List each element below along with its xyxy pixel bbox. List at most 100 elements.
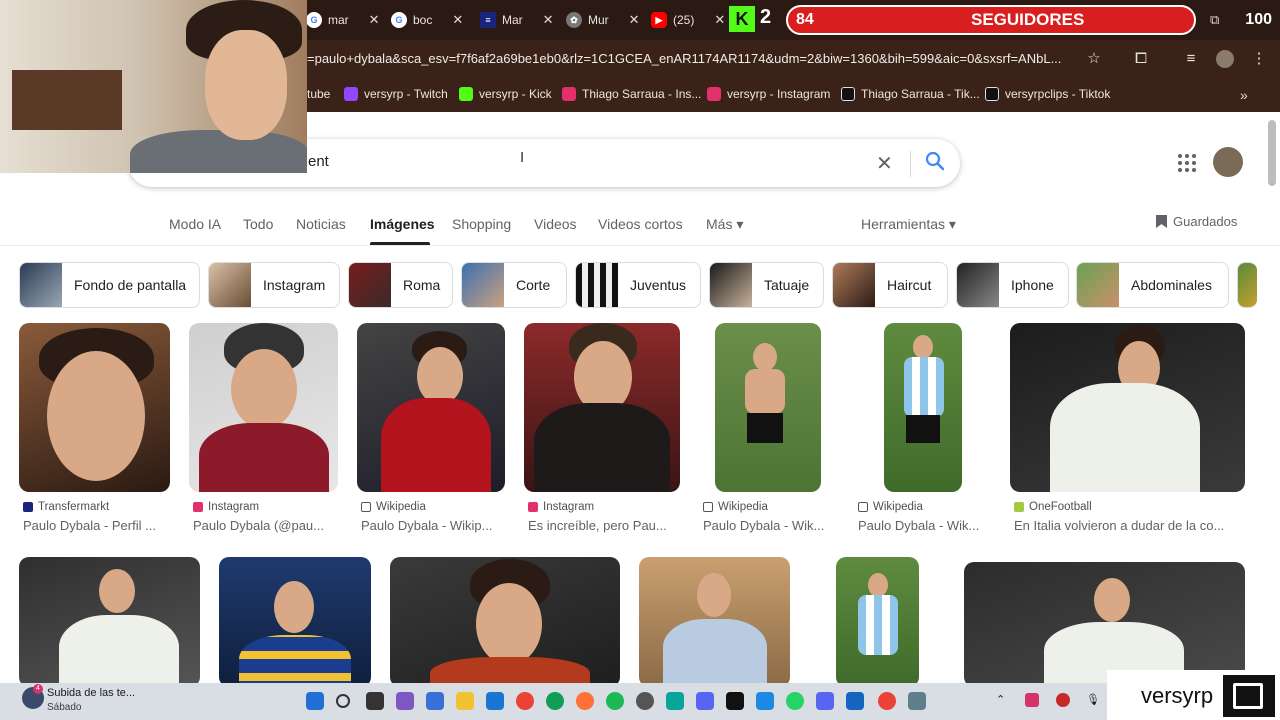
chip[interactable]: Iphone bbox=[956, 262, 1069, 308]
discord-icon[interactable] bbox=[816, 692, 834, 710]
tray-app-icon[interactable] bbox=[1056, 693, 1070, 707]
browser-tab[interactable]: G mar ✕ bbox=[306, 8, 380, 32]
chip[interactable]: Fondo de pantalla bbox=[19, 262, 200, 308]
result-meta[interactable]: Instagram Paulo Dybala (@pau... bbox=[193, 501, 338, 533]
tab-imagenes[interactable]: Imágenes bbox=[370, 216, 435, 232]
copilot-icon[interactable] bbox=[396, 692, 414, 710]
result-meta[interactable]: Instagram Es increíble, pero Pau... bbox=[528, 501, 680, 533]
result-meta[interactable]: Wikipedia Paulo Dybala - Wik... bbox=[858, 501, 990, 533]
tab-modo-ia[interactable]: Modo IA bbox=[169, 216, 221, 232]
bookmark-item[interactable]: Thiago Sarraua - Tik... bbox=[841, 87, 980, 101]
result-image[interactable] bbox=[19, 323, 170, 492]
result-image[interactable] bbox=[964, 562, 1245, 687]
result-image[interactable] bbox=[524, 323, 680, 492]
chip[interactable]: Abdominales bbox=[1076, 262, 1229, 308]
chrome-active-icon[interactable] bbox=[878, 692, 896, 710]
tools-menu[interactable]: Herramientas ▾ bbox=[861, 216, 956, 233]
task-view-icon[interactable] bbox=[366, 692, 384, 710]
result-meta[interactable]: Wikipedia Paulo Dybala - Wik... bbox=[703, 501, 833, 533]
file-explorer-icon[interactable] bbox=[456, 692, 474, 710]
chip[interactable]: Instagram bbox=[208, 262, 340, 308]
browser-tab[interactable]: ≡ Mar ✕ bbox=[480, 8, 554, 32]
tab-noticias[interactable]: Noticias bbox=[296, 216, 346, 232]
result-meta[interactable]: Transfermarkt Paulo Dybala - Perfil ... bbox=[23, 501, 170, 533]
extensions-icon[interactable]: ⧠ bbox=[1132, 50, 1150, 68]
chip[interactable]: Haircut bbox=[832, 262, 948, 308]
browser-tab[interactable]: ▶ (25) ✕ bbox=[651, 8, 725, 32]
bookmark-star-icon[interactable]: ☆ bbox=[1085, 50, 1103, 68]
tab-mas[interactable]: Más ▾ bbox=[706, 216, 743, 233]
tab-videos[interactable]: Videos bbox=[534, 216, 577, 232]
result-image[interactable] bbox=[1010, 323, 1245, 492]
whatsapp-icon[interactable] bbox=[786, 692, 804, 710]
app-icon[interactable] bbox=[756, 692, 774, 710]
page-scrollbar[interactable] bbox=[1268, 120, 1276, 186]
more-bookmarks-icon[interactable]: » bbox=[1240, 87, 1248, 103]
close-icon[interactable]: ✕ bbox=[452, 12, 463, 28]
address-bar[interactable]: =paulo+dybala&sca_esv=f7f6af2a69be1eb0&r… bbox=[307, 51, 1077, 66]
result-image[interactable] bbox=[19, 557, 200, 687]
edge-icon[interactable] bbox=[546, 692, 564, 710]
app-icon[interactable] bbox=[846, 692, 864, 710]
spotify-icon[interactable] bbox=[606, 692, 624, 710]
bookmark-item[interactable]: Thiago Sarraua - Ins... bbox=[562, 87, 701, 101]
bookmark-item[interactable]: versyrpclips - Tiktok bbox=[985, 87, 1110, 101]
microphone-icon[interactable]: 🎙 bbox=[1086, 693, 1100, 706]
result-image[interactable] bbox=[836, 557, 919, 687]
app-icon[interactable] bbox=[696, 692, 714, 710]
close-icon[interactable]: ✕ bbox=[629, 12, 640, 28]
tab-todo[interactable]: Todo bbox=[243, 216, 273, 232]
clear-search-icon[interactable]: ✕ bbox=[876, 151, 893, 176]
mail-icon[interactable] bbox=[486, 692, 504, 710]
result-image[interactable] bbox=[189, 323, 338, 492]
saved-button[interactable]: Guardados bbox=[1156, 214, 1237, 229]
chip-label: Fondo de pantalla bbox=[74, 277, 187, 293]
followers-label: SEGUIDORES bbox=[971, 10, 1085, 29]
account-avatar[interactable] bbox=[1213, 147, 1243, 177]
result-image[interactable] bbox=[219, 557, 371, 687]
result-meta[interactable]: OneFootball En Italia volvieron a dudar … bbox=[1014, 501, 1239, 533]
result-image[interactable] bbox=[884, 323, 962, 492]
search-icon[interactable] bbox=[336, 694, 350, 708]
result-image[interactable] bbox=[639, 557, 790, 687]
tray-chevron-icon[interactable]: ⌃ bbox=[996, 693, 1005, 706]
screen: G mar ✕ G boc ✕ ≡ Mar ✕ ✿ Mur ✕ ▶ (25) ✕… bbox=[0, 0, 1280, 720]
bookmark-item[interactable]: versyrp - Instagram bbox=[707, 87, 830, 101]
more-menu-icon[interactable]: ⋮ bbox=[1250, 50, 1268, 68]
media-control-icon[interactable]: ≡ bbox=[1182, 50, 1200, 68]
tab-shopping[interactable]: Shopping bbox=[452, 216, 511, 232]
result-meta[interactable]: Wikipedia Paulo Dybala - Wikip... bbox=[361, 501, 505, 533]
close-icon[interactable]: ✕ bbox=[369, 12, 380, 28]
chip[interactable]: Tatuaje bbox=[709, 262, 824, 308]
result-image[interactable] bbox=[357, 323, 505, 492]
browser-tab[interactable]: ✿ Mur ✕ bbox=[566, 8, 640, 32]
tab-videos-cortos[interactable]: Videos cortos bbox=[598, 216, 683, 232]
start-icon[interactable] bbox=[306, 692, 324, 710]
chip[interactable]: Corte bbox=[461, 262, 567, 308]
bookmark-item[interactable]: versyrp - Twitch bbox=[344, 87, 448, 101]
tray-app-icon[interactable] bbox=[1025, 693, 1039, 707]
result-image[interactable] bbox=[715, 323, 821, 492]
capcut-icon[interactable] bbox=[726, 692, 744, 710]
bookmark-item[interactable]: versyrp - Kick bbox=[459, 87, 552, 101]
profile-avatar[interactable] bbox=[1216, 50, 1234, 68]
restore-window-icon[interactable]: ⧉ bbox=[1210, 12, 1219, 28]
chip[interactable]: Roma bbox=[348, 262, 453, 308]
result-image[interactable] bbox=[390, 557, 620, 687]
chip[interactable]: Juventus bbox=[575, 262, 701, 308]
stream-branding: versyrp bbox=[1107, 670, 1280, 720]
chrome-icon[interactable] bbox=[516, 692, 534, 710]
app-icon[interactable] bbox=[666, 692, 684, 710]
bookmark-item[interactable]: tube bbox=[307, 87, 330, 101]
google-apps-icon[interactable] bbox=[1178, 154, 1196, 172]
widgets-icon[interactable] bbox=[426, 692, 444, 710]
obs-icon[interactable] bbox=[636, 692, 654, 710]
search-icon[interactable] bbox=[924, 150, 946, 172]
chip-more[interactable] bbox=[1237, 262, 1257, 308]
widget-title[interactable]: Subida de las te... bbox=[47, 687, 135, 699]
browser-tab[interactable]: G boc ✕ bbox=[391, 8, 463, 32]
close-icon[interactable]: ✕ bbox=[543, 12, 554, 28]
close-icon[interactable]: ✕ bbox=[714, 12, 725, 28]
firefox-icon[interactable] bbox=[576, 692, 594, 710]
settings-icon[interactable] bbox=[908, 692, 926, 710]
